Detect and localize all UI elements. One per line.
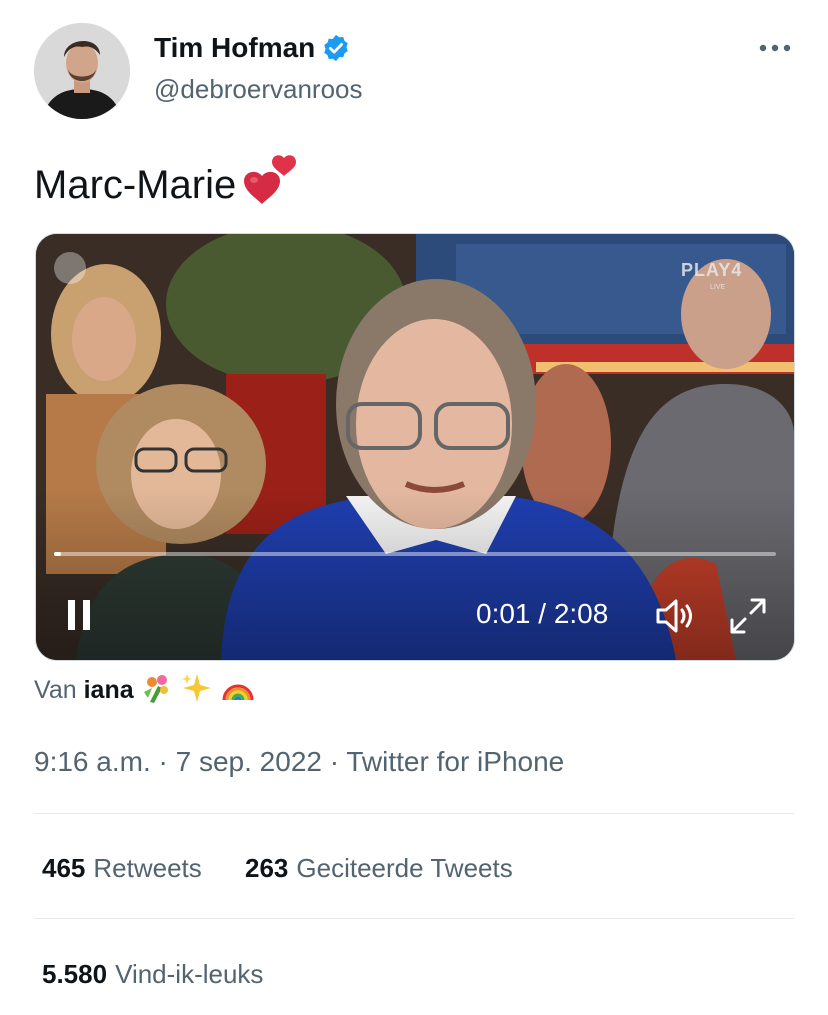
video-source-attribution: Van iana [34,672,256,713]
engagement-stats: 465 Retweets 263 Geciteerde Tweets [42,851,549,885]
tweet-time[interactable]: 9:16 a.m. [34,746,151,777]
video-time-readout: 0:01 / 2:08 [476,598,609,629]
retweets-stat[interactable]: 465 Retweets [42,851,202,885]
meta-separator: · [329,746,340,777]
tweet-text: Marc-Marie [34,154,304,211]
divider [34,813,794,814]
video-player[interactable]: PLAY4 LIVE 0:01 / 2:08 [35,233,795,661]
quote-tweets-count: 263 [245,853,289,883]
author-name[interactable]: Tim Hofman [154,30,351,66]
likes-count: 5.580 [42,959,108,989]
source-account-link[interactable]: iana [84,676,134,704]
tweet-client[interactable]: Twitter for iPhone [346,746,564,777]
likes-stat[interactable]: 5.580 Vind-ik-leuks [42,957,263,991]
fullscreen-icon[interactable] [726,594,770,638]
quote-tweets-label: Geciteerde Tweets [296,853,513,883]
retweets-label: Retweets [93,853,202,883]
author-handle[interactable]: @debroervanroos [154,72,363,106]
source-prefix: Van [34,676,77,704]
avatar[interactable] [34,23,130,119]
pause-icon[interactable] [64,598,94,632]
video-progress-fill [54,552,62,556]
meta-separator: · [158,746,168,777]
channel-logo: PLAY4 [681,260,743,280]
divider [34,918,794,919]
profile-photo-icon [34,23,130,119]
author-name-text[interactable]: Tim Hofman [154,32,315,63]
video-corner-indicator [54,252,86,284]
sparkles-emoji-icon [181,674,211,702]
likes-label: Vind-ik-leuks [115,959,264,989]
volume-icon[interactable] [654,596,698,636]
tweet-date[interactable]: 7 sep. 2022 [176,746,322,777]
two-hearts-emoji-icon [244,155,297,204]
quote-tweets-stat[interactable]: 263 Geciteerde Tweets [245,851,513,885]
bouquet-emoji-icon [143,675,168,703]
rainbow-emoji-icon [222,684,254,701]
video-progress-bar[interactable] [54,552,776,556]
retweets-count: 465 [42,853,86,883]
more-options-icon[interactable] [758,36,792,60]
verified-badge-icon [324,34,349,62]
channel-logo-sub: LIVE [710,284,726,291]
tweet-metadata: 9:16 a.m. · 7 sep. 2022 · Twitter for iP… [34,744,564,780]
tweet-text-content: Marc-Marie [34,163,237,207]
